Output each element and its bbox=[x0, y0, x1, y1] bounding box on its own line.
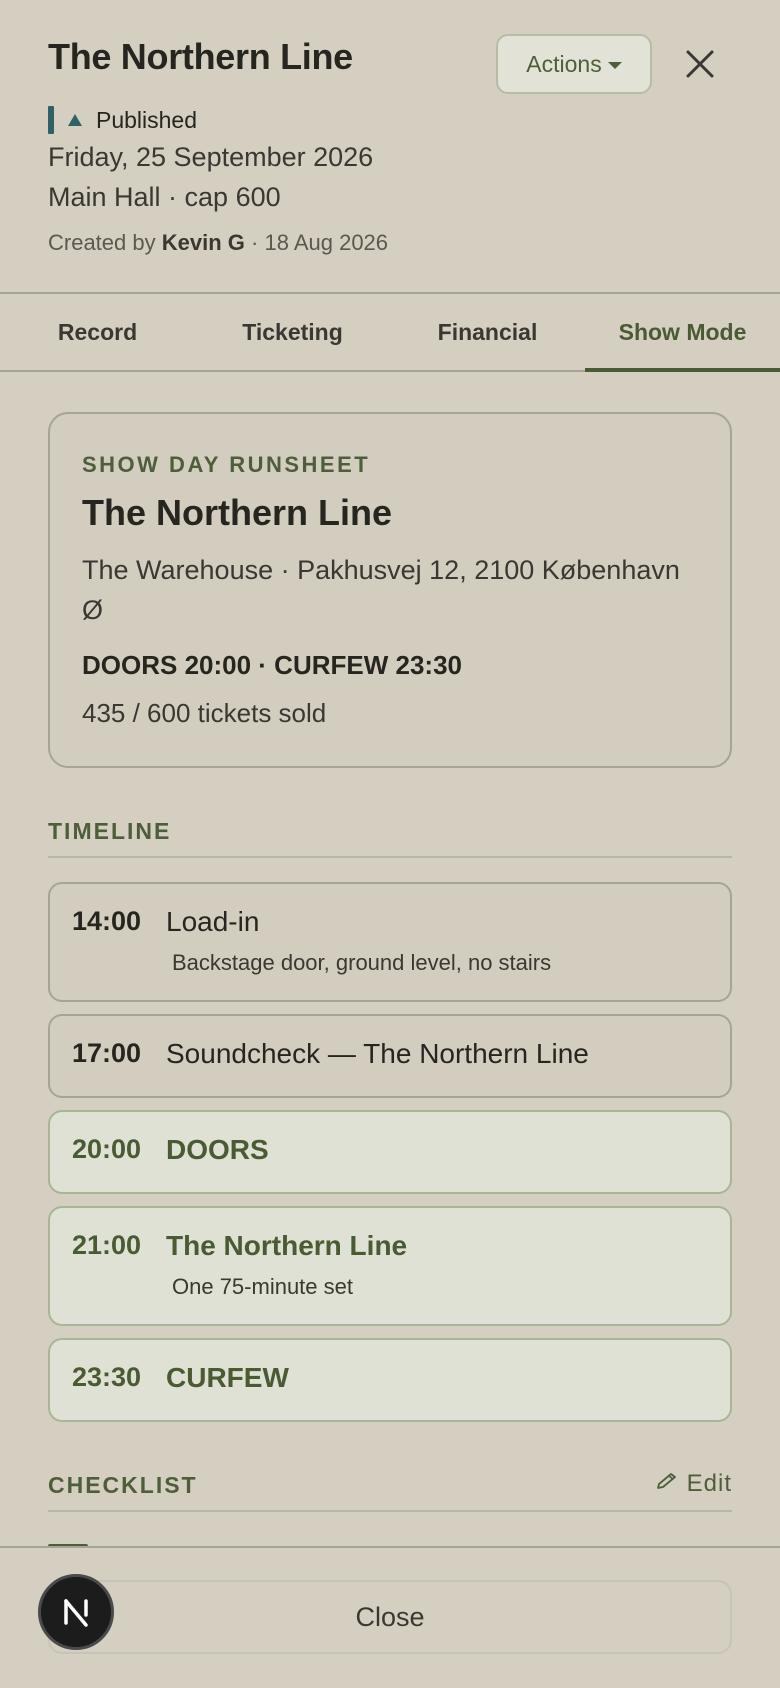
timeline-time: 21:00 bbox=[72, 1230, 142, 1260]
tab-show-mode[interactable]: Show Mode bbox=[585, 294, 780, 372]
tab-ticketing[interactable]: Ticketing bbox=[195, 294, 390, 370]
event-header: The Northern Line Actions Published Frid… bbox=[0, 0, 780, 292]
timeline-time: 23:30 bbox=[72, 1362, 142, 1392]
tab-bar: Record Ticketing Financial Show Mode bbox=[0, 292, 780, 372]
caret-down-icon bbox=[607, 61, 622, 69]
close-icon[interactable] bbox=[680, 40, 720, 88]
checklist-label: CHECKLIST bbox=[48, 1472, 198, 1498]
timeline-time: 20:00 bbox=[72, 1134, 142, 1164]
pencil-icon bbox=[655, 1470, 679, 1498]
created-info: Created by Kevin G · 18 Aug 2026 bbox=[48, 230, 388, 256]
timeline-item-soundcheck[interactable]: 17:00 Soundcheck — The Northern Line bbox=[48, 1014, 732, 1098]
checklist-edit-button[interactable]: Edit bbox=[655, 1470, 732, 1498]
status-badge: Published bbox=[48, 106, 197, 134]
created-by: Kevin G bbox=[161, 230, 245, 255]
runsheet-title: The Northern Line bbox=[82, 492, 393, 533]
tab-record[interactable]: Record bbox=[0, 294, 195, 370]
timeline-label-text: The Northern Line bbox=[166, 1230, 408, 1261]
runsheet-kicker: SHOW DAY RUNSHEET bbox=[82, 452, 371, 477]
checklist-header: CHECKLIST Edit bbox=[48, 1466, 732, 1512]
runsheet-address: The Warehouse · Pakhusvej 12, 2100 Køben… bbox=[82, 555, 680, 625]
actions-button[interactable]: Actions bbox=[496, 34, 652, 94]
timeline-item-load-in[interactable]: 14:00 Load-in Backstage door, ground lev… bbox=[48, 882, 732, 1002]
timeline-time: 14:00 bbox=[72, 906, 142, 936]
runsheet-tickets: 435 / 600 tickets sold bbox=[82, 698, 327, 728]
actions-label: Actions bbox=[526, 50, 602, 77]
timeline-header: TIMELINE bbox=[48, 812, 732, 858]
event-venue: Main Hall · cap 600 bbox=[48, 182, 281, 212]
timeline-label-text: DOORS bbox=[166, 1134, 269, 1165]
event-title: The Northern Line bbox=[48, 36, 353, 77]
created-prefix: Created by bbox=[48, 230, 156, 255]
runsheet-card: SHOW DAY RUNSHEET The Northern Line The … bbox=[48, 412, 732, 768]
published-triangle-icon bbox=[68, 114, 82, 126]
created-date: · 18 Aug 2026 bbox=[251, 230, 389, 255]
timeline-item-curfew[interactable]: 23:30 CURFEW bbox=[48, 1338, 732, 1422]
timeline-label-text: Soundcheck — The Northern Line bbox=[166, 1038, 589, 1069]
timeline-label: TIMELINE bbox=[48, 818, 172, 844]
event-date: Friday, 25 September 2026 bbox=[48, 142, 374, 172]
timeline-note: One 75-minute set bbox=[172, 1274, 353, 1299]
timeline-note: Backstage door, ground level, no stairs bbox=[172, 950, 552, 975]
app-badge-icon[interactable] bbox=[38, 1574, 114, 1650]
timeline-label-text: Load-in bbox=[166, 906, 260, 937]
close-button[interactable]: Close bbox=[48, 1580, 732, 1654]
timeline-label-text: CURFEW bbox=[166, 1362, 289, 1393]
status-indicator-bar bbox=[48, 106, 54, 134]
timeline-item-doors[interactable]: 20:00 DOORS bbox=[48, 1110, 732, 1194]
tab-financial[interactable]: Financial bbox=[390, 294, 585, 370]
timeline-time: 17:00 bbox=[72, 1038, 142, 1068]
status-text: Published bbox=[96, 106, 198, 133]
runsheet-times: DOORS 20:00 · CURFEW 23:30 bbox=[82, 650, 462, 680]
edit-label: Edit bbox=[686, 1470, 732, 1497]
timeline-item-set[interactable]: 21:00 The Northern Line One 75-minute se… bbox=[48, 1206, 732, 1326]
